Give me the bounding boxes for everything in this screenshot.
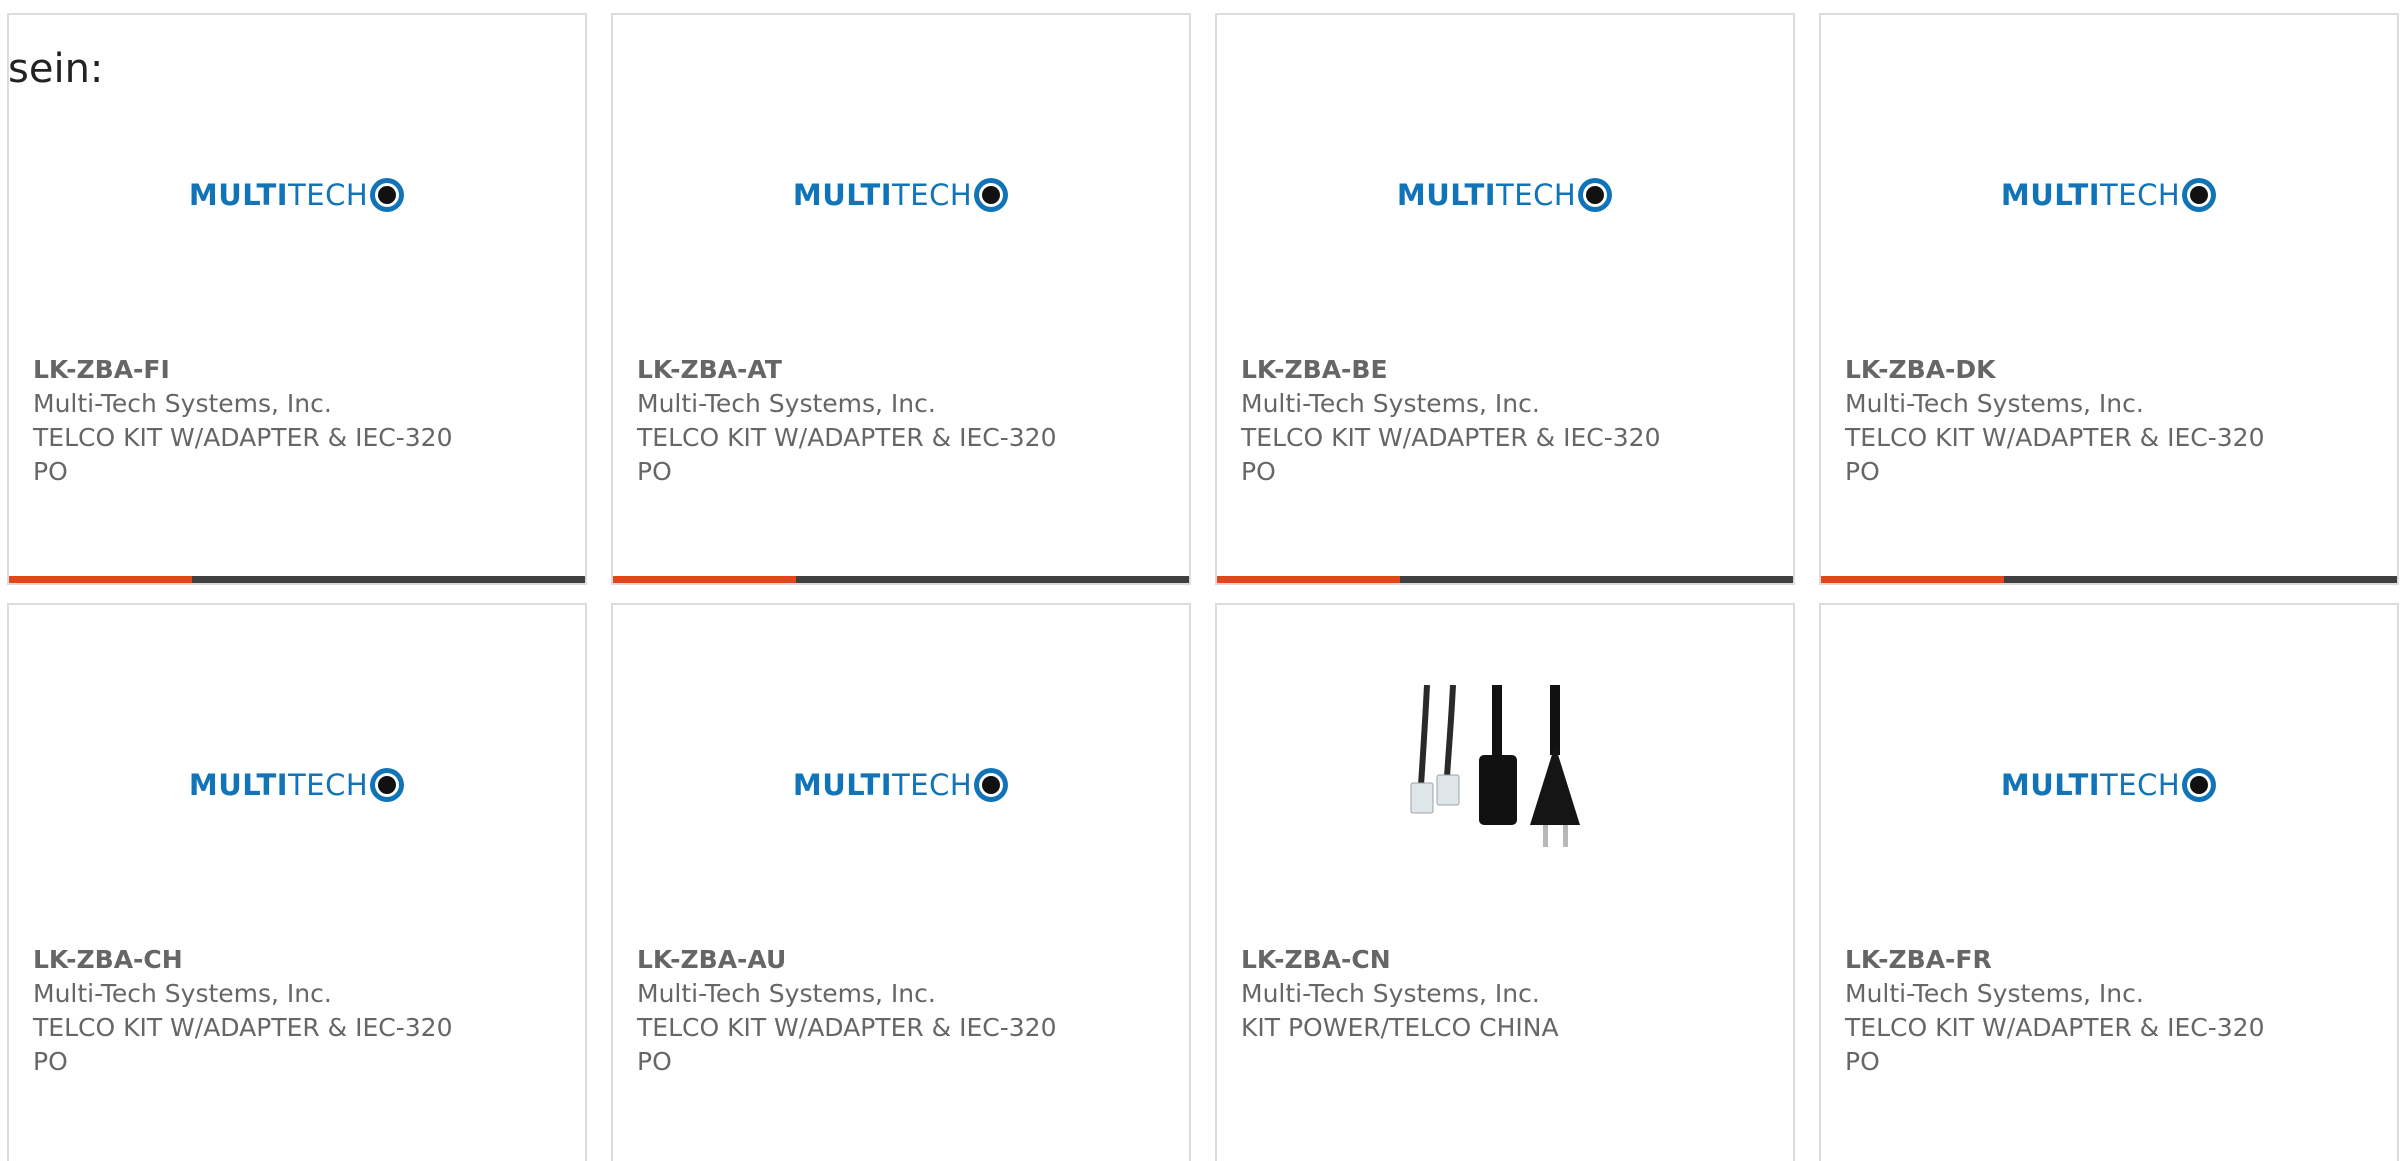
product-info: LK-ZBA-FR Multi-Tech Systems, Inc. TELCO…	[1845, 943, 2265, 1079]
product-image[interactable]: MULTI TECH	[1217, 35, 1793, 355]
multitech-logo: MULTI TECH	[189, 767, 405, 803]
product-grid-page: sein: MULTI TECH LK-ZBA-FI Multi-Tech Sys…	[0, 0, 2400, 1161]
product-manufacturer: Multi-Tech Systems, Inc.	[637, 979, 936, 1008]
logo-tech-text: TECH	[1496, 177, 1577, 212]
multitech-logo: MULTI TECH	[1397, 177, 1613, 213]
logo-multi-text: MULTI	[188, 767, 289, 802]
product-info: LK-ZBA-BE Multi-Tech Systems, Inc. TELCO…	[1241, 353, 1661, 489]
multitech-logo-mark-icon	[974, 178, 1009, 212]
product-info: LK-ZBA-AT Multi-Tech Systems, Inc. TELCO…	[637, 353, 1057, 489]
logo-multi-text: MULTI	[2000, 177, 2101, 212]
multitech-logo-mark-icon	[974, 768, 1009, 802]
product-manufacturer: Multi-Tech Systems, Inc.	[1241, 389, 1540, 418]
multitech-logo-mark-icon	[2182, 768, 2217, 802]
product-description: TELCO KIT W/ADAPTER & IEC-320 PO	[637, 1013, 1057, 1076]
product-description: KIT POWER/TELCO CHINA	[1241, 1013, 1559, 1042]
card-progress-bar	[613, 576, 1189, 583]
logo-tech-text: TECH	[288, 177, 369, 212]
product-manufacturer: Multi-Tech Systems, Inc.	[1845, 389, 2144, 418]
card-progress-accent	[613, 576, 796, 583]
product-card[interactable]: MULTI TECH LK-ZBA-FI Multi-Tech Systems, …	[7, 13, 587, 585]
card-progress-accent	[9, 576, 192, 583]
card-progress-bar	[9, 576, 585, 583]
product-part-number[interactable]: LK-ZBA-CN	[1241, 943, 1661, 977]
product-grid: MULTI TECH LK-ZBA-FI Multi-Tech Systems, …	[7, 13, 2399, 1161]
product-description: TELCO KIT W/ADAPTER & IEC-320 PO	[1241, 423, 1661, 486]
product-image[interactable]	[1217, 625, 1793, 945]
logo-multi-text: MULTI	[2000, 767, 2101, 802]
product-card[interactable]: MULTI TECH LK-ZBA-AT Multi-Tech Systems, …	[611, 13, 1191, 585]
logo-tech-text: TECH	[892, 767, 973, 802]
product-image[interactable]: MULTI TECH	[9, 625, 585, 945]
product-image[interactable]: MULTI TECH	[1821, 625, 2397, 945]
product-image[interactable]: MULTI TECH	[1821, 35, 2397, 355]
card-progress-accent	[1217, 576, 1400, 583]
logo-tech-text: TECH	[892, 177, 973, 212]
product-description: TELCO KIT W/ADAPTER & IEC-320 PO	[33, 423, 453, 486]
product-manufacturer: Multi-Tech Systems, Inc.	[1241, 979, 1540, 1008]
product-card[interactable]: MULTI TECH LK-ZBA-DK Multi-Tech Systems, …	[1819, 13, 2399, 585]
product-part-number[interactable]: LK-ZBA-AT	[637, 353, 1057, 387]
product-info: LK-ZBA-CH Multi-Tech Systems, Inc. TELCO…	[33, 943, 453, 1079]
multitech-logo-mark-icon	[370, 768, 405, 802]
product-manufacturer: Multi-Tech Systems, Inc.	[33, 389, 332, 418]
product-info: LK-ZBA-CN Multi-Tech Systems, Inc. KIT P…	[1241, 943, 1661, 1045]
logo-multi-text: MULTI	[188, 177, 289, 212]
product-part-number[interactable]: LK-ZBA-CH	[33, 943, 453, 977]
multitech-logo: MULTI TECH	[2001, 767, 2217, 803]
product-description: TELCO KIT W/ADAPTER & IEC-320 PO	[1845, 1013, 2265, 1076]
logo-multi-text: MULTI	[1396, 177, 1497, 212]
product-part-number[interactable]: LK-ZBA-DK	[1845, 353, 2265, 387]
product-card[interactable]: MULTI TECH LK-ZBA-BE Multi-Tech Systems, …	[1215, 13, 1795, 585]
multitech-logo-mark-icon	[370, 178, 405, 212]
product-part-number[interactable]: LK-ZBA-AU	[637, 943, 1057, 977]
product-info: LK-ZBA-AU Multi-Tech Systems, Inc. TELCO…	[637, 943, 1057, 1079]
product-manufacturer: Multi-Tech Systems, Inc.	[637, 389, 936, 418]
product-manufacturer: Multi-Tech Systems, Inc.	[33, 979, 332, 1008]
logo-tech-text: TECH	[2100, 767, 2181, 802]
product-part-number[interactable]: LK-ZBA-BE	[1241, 353, 1661, 387]
product-info: LK-ZBA-DK Multi-Tech Systems, Inc. TELCO…	[1845, 353, 2265, 489]
product-manufacturer: Multi-Tech Systems, Inc.	[1845, 979, 2144, 1008]
card-progress-bar	[1821, 576, 2397, 583]
card-progress-bar	[1217, 576, 1793, 583]
product-image[interactable]: MULTI TECH	[613, 625, 1189, 945]
multitech-logo: MULTI TECH	[793, 767, 1009, 803]
logo-multi-text: MULTI	[792, 177, 893, 212]
product-info: LK-ZBA-FI Multi-Tech Systems, Inc. TELCO…	[33, 353, 453, 489]
logo-tech-text: TECH	[2100, 177, 2181, 212]
logo-tech-text: TECH	[288, 767, 369, 802]
intro-text: sein:	[8, 46, 104, 92]
multitech-logo: MULTI TECH	[2001, 177, 2217, 213]
product-card[interactable]: MULTI TECH LK-ZBA-FR Multi-Tech Systems, …	[1819, 603, 2399, 1161]
multitech-logo: MULTI TECH	[189, 177, 405, 213]
product-description: TELCO KIT W/ADAPTER & IEC-320 PO	[33, 1013, 453, 1076]
power-telco-cable-photo	[1405, 685, 1605, 885]
product-part-number[interactable]: LK-ZBA-FR	[1845, 943, 2265, 977]
multitech-logo-mark-icon	[2182, 178, 2217, 212]
product-description: TELCO KIT W/ADAPTER & IEC-320 PO	[1845, 423, 2265, 486]
card-progress-accent	[1821, 576, 2004, 583]
logo-multi-text: MULTI	[792, 767, 893, 802]
product-part-number[interactable]: LK-ZBA-FI	[33, 353, 453, 387]
product-image[interactable]: MULTI TECH	[613, 35, 1189, 355]
product-description: TELCO KIT W/ADAPTER & IEC-320 PO	[637, 423, 1057, 486]
product-card[interactable]: MULTI TECH LK-ZBA-CH Multi-Tech Systems, …	[7, 603, 587, 1161]
product-card[interactable]: MULTI TECH LK-ZBA-AU Multi-Tech Systems, …	[611, 603, 1191, 1161]
multitech-logo: MULTI TECH	[793, 177, 1009, 213]
product-card[interactable]: LK-ZBA-CN Multi-Tech Systems, Inc. KIT P…	[1215, 603, 1795, 1161]
multitech-logo-mark-icon	[1578, 178, 1613, 212]
